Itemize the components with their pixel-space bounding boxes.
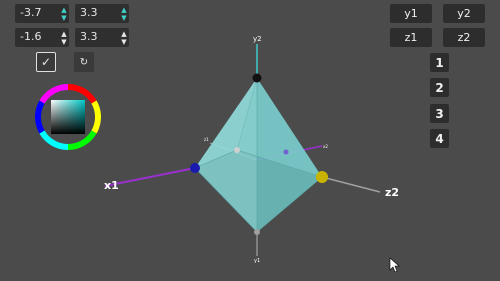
x2-label: x2 [323, 144, 328, 149]
y2-label: y2 [253, 35, 262, 43]
back-vertex[interactable] [234, 147, 240, 153]
z2-label: z2 [385, 186, 399, 199]
blue-vertex[interactable] [190, 163, 200, 173]
mouse-cursor-icon [389, 257, 400, 273]
z1-label: z1 [204, 137, 209, 142]
back-vertex-2[interactable] [283, 149, 289, 155]
top-vertex[interactable] [252, 73, 262, 83]
octahedron [194, 77, 323, 233]
z2-axis [321, 176, 381, 193]
bottom-vertex[interactable] [254, 229, 260, 235]
yellow-vertex[interactable] [316, 171, 328, 183]
x1-label: x1 [104, 179, 119, 192]
3d-scene[interactable]: x1 z2 y2 y1 x2 z1 [0, 0, 500, 281]
y1-label: y1 [254, 258, 260, 264]
